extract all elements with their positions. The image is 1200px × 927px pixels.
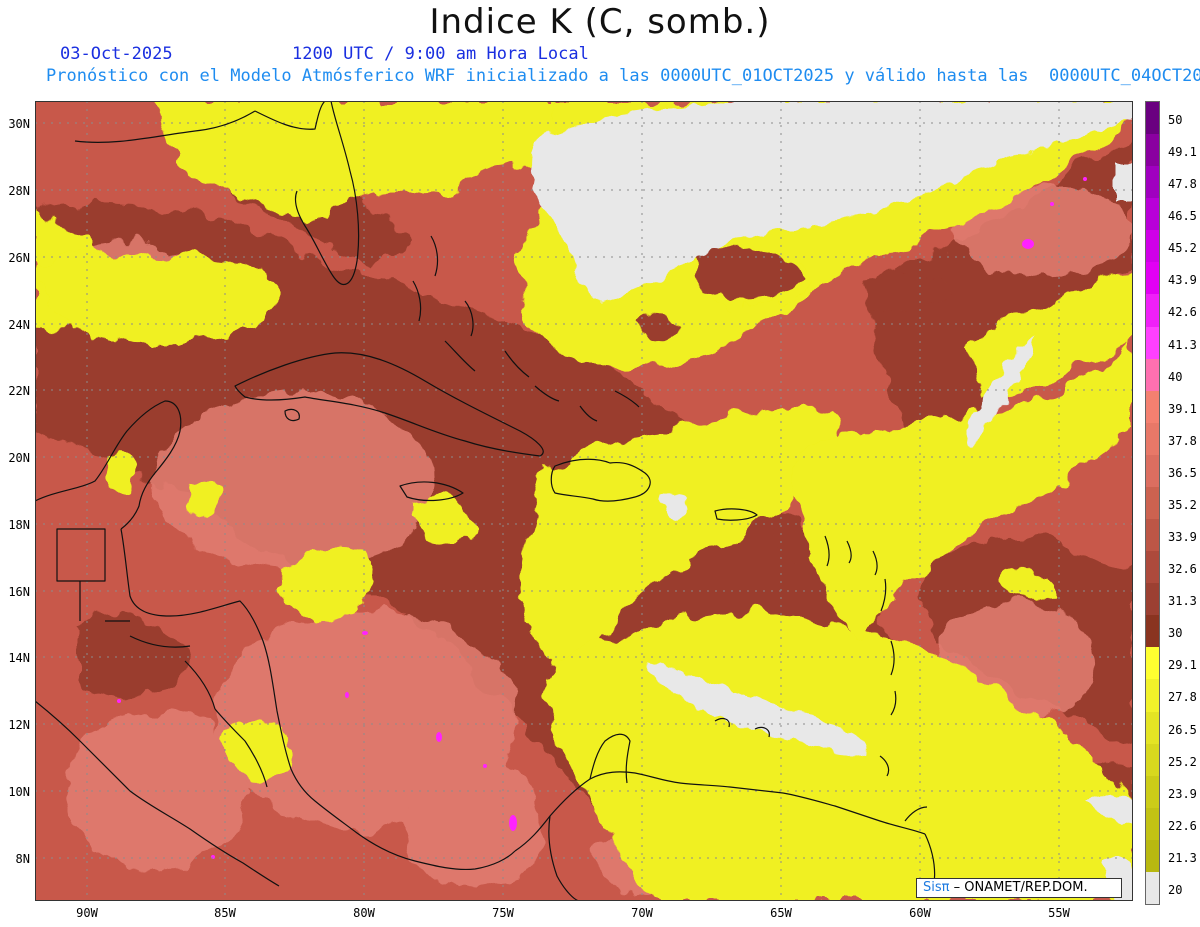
colorbar-label: 37.8 — [1168, 433, 1197, 448]
colorbar-label: 43.9 — [1168, 273, 1197, 288]
colorbar-segment — [1146, 294, 1159, 328]
k-index-map — [35, 101, 1133, 901]
colorbar-segment — [1146, 262, 1159, 295]
colorbar-segment — [1146, 583, 1159, 616]
colorbar-label: 32.6 — [1168, 562, 1197, 577]
lat-label: 30N — [8, 117, 30, 131]
lat-label: 10N — [8, 785, 30, 799]
chart-title: Indice K (C, somb.) — [429, 2, 771, 42]
colorbar-segment — [1146, 615, 1159, 648]
colorbar-label: 36.5 — [1168, 465, 1197, 480]
colorbar-segment — [1146, 743, 1159, 777]
colorbar-segment — [1146, 134, 1159, 167]
colorbar-label: 27.8 — [1168, 690, 1197, 705]
colorbar-segment — [1146, 647, 1159, 680]
credit-box: Sisπ – ONAMET/REP.DOM. — [916, 878, 1122, 898]
lat-label: 8N — [15, 852, 30, 866]
credit-text: – ONAMET/REP.DOM. — [953, 880, 1088, 895]
colorbar-label: 46.5 — [1168, 209, 1197, 224]
colorbar-segment — [1146, 326, 1159, 360]
colorbar-label: 35.2 — [1168, 497, 1197, 512]
colorbar-segment — [1146, 711, 1159, 745]
lat-label: 24N — [8, 318, 30, 332]
colorbar-label: 20 — [1168, 882, 1183, 897]
colorbar-label: 49.1 — [1168, 145, 1197, 160]
colorbar-label: 31.3 — [1168, 594, 1197, 609]
lat-label: 20N — [8, 451, 30, 465]
colorbar-segment — [1146, 422, 1159, 456]
colorbar-segment — [1146, 230, 1159, 263]
colorbar-segment — [1146, 390, 1159, 424]
colorbar-label: 23.9 — [1168, 786, 1197, 801]
colorbar-label: 47.8 — [1168, 177, 1197, 192]
valid-date: 03-Oct-2025 — [60, 44, 173, 64]
colorbar-segment — [1146, 775, 1159, 809]
colorbar-segment — [1146, 551, 1159, 584]
colorbar-label: 42.6 — [1168, 305, 1197, 320]
colorbar-label: 41.3 — [1168, 337, 1197, 352]
colorbar-segment — [1146, 807, 1159, 841]
colorbar-segment — [1146, 102, 1159, 135]
colorbar-label: 39.1 — [1168, 401, 1197, 416]
colorbar-label: 22.6 — [1168, 818, 1197, 833]
colorbar-label: 45.2 — [1168, 241, 1197, 256]
forecast-info: Pronóstico con el Modelo Atmósferico WRF… — [46, 66, 1200, 86]
lat-label: 22N — [8, 384, 30, 398]
colorbar-segment — [1146, 198, 1159, 231]
lon-label: 85W — [214, 906, 236, 920]
lon-label: 80W — [353, 906, 375, 920]
lat-label: 12N — [8, 718, 30, 732]
colorbar-label: 30 — [1168, 626, 1183, 641]
sispi-logo: Sisπ — [923, 880, 950, 895]
colorbar-segment — [1146, 839, 1159, 873]
lon-label: 70W — [631, 906, 653, 920]
colorbar-label: 26.5 — [1168, 722, 1197, 737]
colorbar-label: 50 — [1168, 113, 1183, 127]
colorbar — [1145, 101, 1160, 905]
colorbar-label: 21.3 — [1168, 850, 1197, 865]
lon-label: 75W — [492, 906, 514, 920]
lat-label: 28N — [8, 184, 30, 198]
colorbar-segment — [1146, 358, 1159, 392]
colorbar-segment — [1146, 454, 1159, 488]
colorbar-label: 29.1 — [1168, 658, 1197, 673]
colorbar-segment — [1146, 486, 1159, 520]
lat-label: 26N — [8, 251, 30, 265]
lat-label: 16N — [8, 585, 30, 599]
lon-label: 60W — [909, 906, 931, 920]
colorbar-segment — [1146, 166, 1159, 199]
lon-label: 90W — [76, 906, 98, 920]
lon-label: 55W — [1048, 906, 1070, 920]
colorbar-label: 25.2 — [1168, 754, 1197, 769]
colorbar-label: 40 — [1168, 369, 1183, 384]
lon-label: 65W — [770, 906, 792, 920]
colorbar-segment — [1146, 871, 1159, 905]
colorbar-label: 33.9 — [1168, 530, 1197, 545]
lat-label: 18N — [8, 518, 30, 532]
colorbar-segment — [1146, 679, 1159, 713]
lat-label: 14N — [8, 651, 30, 665]
colorbar-segment — [1146, 519, 1159, 552]
valid-time: 1200 UTC / 9:00 am Hora Local — [292, 44, 589, 64]
